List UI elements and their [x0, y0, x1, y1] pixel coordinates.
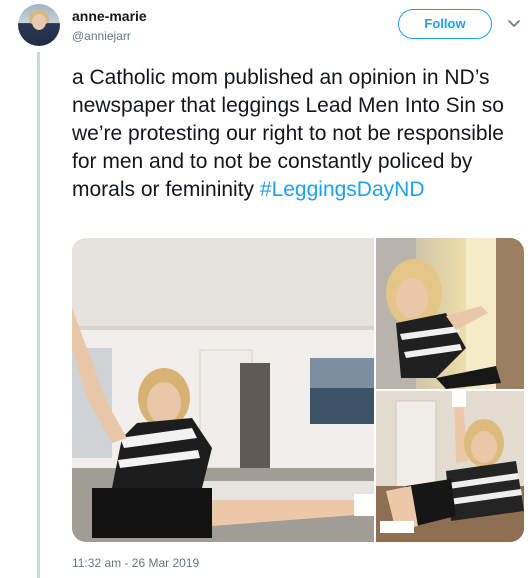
tweet-card: anne-marie @anniejarr Follow a Catholic …	[0, 0, 532, 578]
avatar-face	[32, 14, 46, 30]
tweet-timestamp[interactable]: 11:32 am - 26 Mar 2019	[72, 556, 199, 570]
photo-main-scene	[72, 238, 374, 542]
author-name[interactable]: anne-marie	[72, 8, 147, 24]
photo-top-right[interactable]	[376, 238, 524, 389]
follow-button[interactable]: Follow	[398, 9, 492, 39]
author-handle[interactable]: @anniejarr	[72, 29, 131, 43]
media-grid	[72, 238, 524, 542]
photo-bottom-right-scene	[376, 391, 524, 542]
photo-bottom-right[interactable]	[376, 391, 524, 542]
photo-main[interactable]	[72, 238, 374, 542]
avatar[interactable]	[18, 4, 60, 46]
thread-line	[37, 52, 40, 578]
chevron-down-icon[interactable]	[507, 16, 521, 30]
photo-top-right-scene	[376, 238, 524, 389]
tweet-text: a Catholic mom published an opinion in N…	[72, 64, 527, 204]
hashtag-link[interactable]: #LeggingsDayND	[260, 178, 425, 201]
